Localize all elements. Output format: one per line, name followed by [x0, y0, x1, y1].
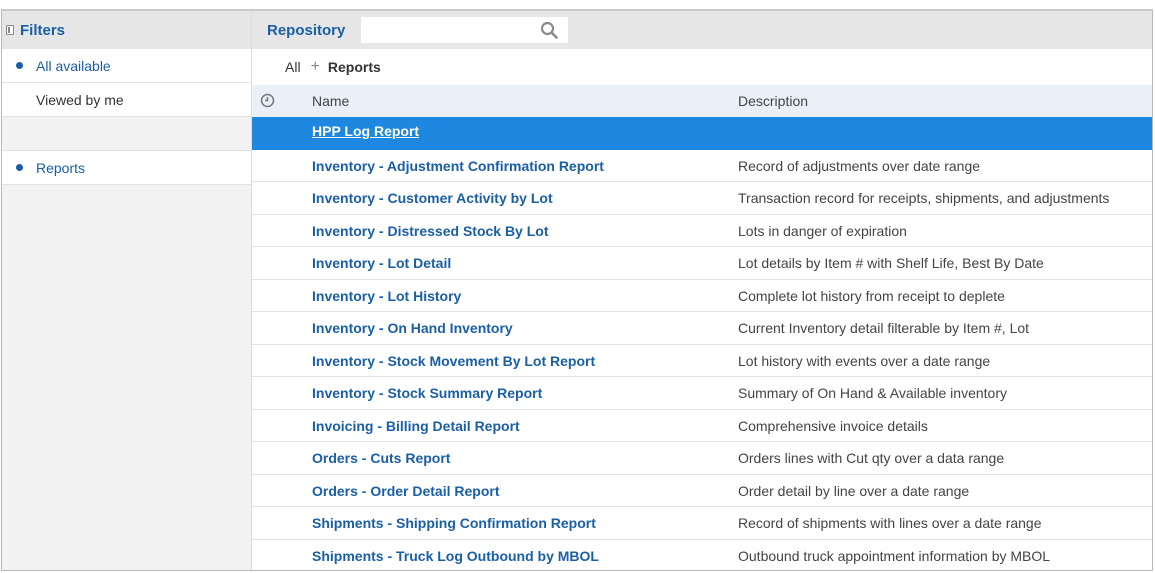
report-description: Orders lines with Cut qty over a data ra…: [738, 450, 1005, 466]
table-body: HPP Log Report Inventory - Adjustment Con…: [252, 117, 1152, 571]
report-name-link[interactable]: Orders - Order Detail Report: [312, 483, 500, 499]
report-description: Comprehensive invoice details: [738, 417, 928, 434]
table-row[interactable]: Inventory - Stock Movement By Lot Report…: [252, 345, 1152, 377]
repository-title: Repository: [267, 21, 346, 39]
search-box: [361, 17, 569, 43]
report-name-link[interactable]: Shipments - Truck Log Outbound by MBOL: [312, 548, 599, 564]
report-name-link[interactable]: Inventory - Lot Detail: [312, 255, 451, 271]
report-description: Complete lot history from receipt to dep…: [738, 287, 1005, 304]
panel-toggle-icon[interactable]: [6, 25, 14, 35]
sidebar-divider: [2, 117, 251, 151]
search-icon[interactable]: [540, 21, 559, 39]
table-row[interactable]: Orders - Order Detail Report Order detail…: [252, 475, 1152, 507]
filter-reports[interactable]: Reports: [2, 151, 251, 185]
table-row[interactable]: Inventory - On Hand Inventory Current Inv…: [252, 312, 1152, 345]
report-description: Record of shipments with lines over a da…: [738, 515, 1042, 531]
table-row[interactable]: Inventory - Adjustment Confirmation Repo…: [252, 150, 1152, 182]
report-name-link[interactable]: Shipments - Shipping Confirmation Report: [312, 515, 596, 531]
table-row[interactable]: Inventory - Customer Activity by Lot Tran…: [252, 182, 1152, 215]
report-name-link[interactable]: Inventory - Adjustment Confirmation Repo…: [312, 158, 604, 174]
table-row[interactable]: Shipments - Shipping Confirmation Report…: [252, 507, 1152, 540]
table-row[interactable]: Inventory - Stock Summary Report Summary …: [252, 377, 1152, 410]
table-row[interactable]: Shipments - Truck Log Outbound by MBOL Ou…: [252, 540, 1152, 571]
filter-all-available[interactable]: All available: [2, 49, 251, 83]
plus-icon: +: [310, 58, 320, 75]
report-name-link[interactable]: Inventory - On Hand Inventory: [312, 320, 513, 336]
report-description: Lot history with events over a date rang…: [738, 352, 991, 369]
filter-label: Viewed by me: [36, 91, 124, 108]
report-description: Order detail by line over a date range: [738, 482, 970, 499]
reports-table: Name Description HPP Log Report Inventory…: [252, 85, 1152, 571]
report-name-link[interactable]: Inventory - Customer Activity by Lot: [312, 190, 553, 206]
column-header-name[interactable]: Name: [312, 93, 349, 109]
table-row[interactable]: Inventory - Lot History Complete lot hist…: [252, 280, 1152, 312]
report-description: Lot details by Item # with Shelf Life, B…: [738, 255, 1044, 271]
report-name-link[interactable]: Inventory - Lot History: [312, 288, 461, 304]
report-name-link[interactable]: Orders - Cuts Report: [312, 450, 450, 466]
report-description: Current Inventory detail filterable by I…: [738, 320, 1030, 336]
filters-title: Filters: [20, 21, 66, 39]
table-header: Name Description: [252, 85, 1152, 117]
bullet-icon: [16, 164, 23, 171]
report-name-link[interactable]: Inventory - Stock Movement By Lot Report: [312, 353, 595, 369]
table-row[interactable]: HPP Log Report: [252, 117, 1152, 150]
breadcrumb-current: Reports: [327, 59, 381, 75]
table-row[interactable]: Inventory - Distressed Stock By Lot Lots …: [252, 215, 1152, 247]
filter-viewed-by-me[interactable]: Viewed by me: [2, 83, 251, 117]
table-row[interactable]: Orders - Cuts Report Orders lines with Cu…: [252, 442, 1152, 475]
search-input[interactable]: [361, 17, 544, 41]
bullet-icon: [16, 62, 23, 69]
repository-panel: Repository All + Reports Name Descriptio…: [252, 11, 1152, 570]
report-name-link[interactable]: HPP Log Report: [312, 123, 419, 139]
report-description: Transaction record for receipts, shipmen…: [738, 190, 1110, 206]
report-description: Summary of On Hand & Available inventory: [738, 385, 1007, 401]
filter-label: All available: [36, 57, 111, 74]
column-header-description[interactable]: Description: [738, 93, 808, 109]
breadcrumb-all[interactable]: All: [285, 59, 301, 75]
top-margin: [0, 0, 1155, 8]
report-name-link[interactable]: Invoicing - Billing Detail Report: [312, 418, 520, 434]
filters-header: Filters: [2, 11, 251, 49]
filter-label: Reports: [36, 159, 86, 176]
report-name-link[interactable]: Inventory - Distressed Stock By Lot: [312, 223, 549, 239]
breadcrumb: All + Reports: [252, 49, 1152, 85]
report-description: Outbound truck appointment information b…: [738, 547, 1051, 564]
filters-sidebar: Filters All available Viewed by me Repor…: [2, 11, 252, 570]
app-window: Filters All available Viewed by me Repor…: [1, 9, 1153, 571]
report-description: Record of adjustments over date range: [738, 157, 981, 174]
report-description: Lots in danger of expiration: [738, 222, 907, 239]
clock-icon[interactable]: [260, 93, 275, 108]
report-name-link[interactable]: Inventory - Stock Summary Report: [312, 385, 542, 401]
repository-header: Repository: [252, 11, 1152, 49]
table-row[interactable]: Invoicing - Billing Detail Report Compreh…: [252, 410, 1152, 442]
table-row[interactable]: Inventory - Lot Detail Lot details by Ite…: [252, 247, 1152, 280]
